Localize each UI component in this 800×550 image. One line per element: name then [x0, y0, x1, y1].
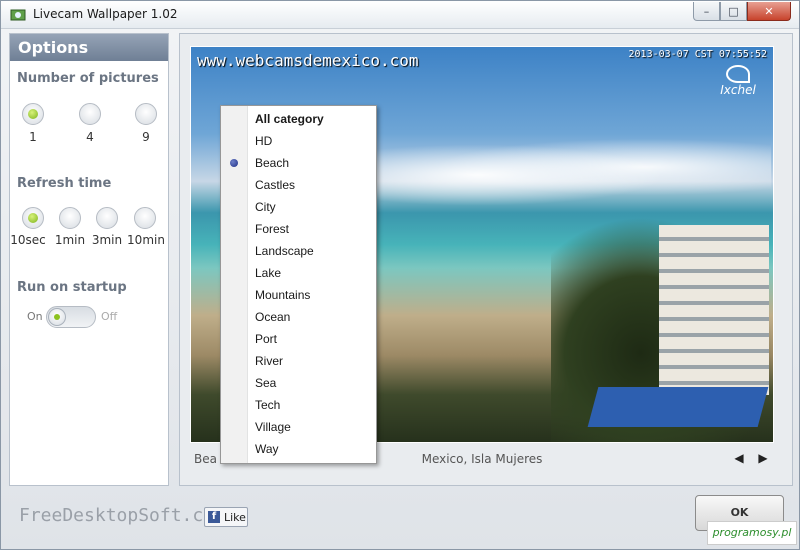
menu-item-beach[interactable]: Beach: [221, 152, 376, 174]
title-bar[interactable]: Livecam Wallpaper 1.02 – □ ✕: [1, 1, 799, 29]
startup-section-title: Run on startup: [17, 280, 127, 295]
startup-toggle[interactable]: [46, 306, 96, 328]
startup-on-label: On: [27, 310, 43, 323]
pictures-radio-9[interactable]: [135, 103, 157, 125]
startup-off-label: Off: [101, 310, 118, 323]
options-sidebar: Options Number of pictures 1 4 9 Refresh…: [9, 33, 169, 486]
pictures-label-9: 9: [142, 130, 150, 144]
menu-item-lake[interactable]: Lake: [221, 262, 376, 284]
prev-arrow-icon[interactable]: ◀: [732, 451, 746, 467]
facebook-like-button[interactable]: f Like: [204, 507, 248, 527]
menu-item-ocean[interactable]: Ocean: [221, 306, 376, 328]
menu-item-river[interactable]: River: [221, 350, 376, 372]
menu-item-way[interactable]: Way: [221, 438, 376, 460]
brand-link[interactable]: FreeDesktopSoft.com: [19, 505, 225, 526]
clouds: [351, 127, 771, 207]
selected-dot-icon: [230, 159, 238, 167]
watermark: programosy.pl: [707, 521, 797, 545]
menu-item-sea[interactable]: Sea: [221, 372, 376, 394]
menu-item-tech[interactable]: Tech: [221, 394, 376, 416]
pictures-section-title: Number of pictures: [17, 71, 159, 86]
menu-item-city[interactable]: City: [221, 196, 376, 218]
refresh-label-10min: 10min: [127, 233, 165, 247]
window-title: Livecam Wallpaper 1.02: [33, 7, 178, 21]
menu-item-hd[interactable]: HD: [221, 130, 376, 152]
refresh-radio-1min[interactable]: [59, 207, 81, 229]
refresh-radio-10min[interactable]: [134, 207, 156, 229]
close-button[interactable]: ✕: [747, 2, 791, 21]
refresh-label-10sec: 10sec: [10, 233, 46, 247]
facebook-icon: f: [208, 511, 220, 523]
pool: [587, 387, 769, 427]
refresh-section-title: Refresh time: [17, 176, 112, 191]
app-icon: [10, 9, 26, 21]
pictures-radio-4[interactable]: [79, 103, 101, 125]
options-title: Options: [10, 34, 168, 61]
menu-item-beach-label: Beach: [255, 156, 290, 170]
logo-text: Ixchel: [720, 83, 756, 97]
webcam-site-url: www.webcamsdemexico.com: [197, 51, 419, 70]
pictures-radio-1[interactable]: [22, 103, 44, 125]
category-menu: All category HD Beach Castles City Fores…: [220, 105, 377, 464]
menu-item-landscape[interactable]: Landscape: [221, 240, 376, 262]
menu-item-village[interactable]: Village: [221, 416, 376, 438]
refresh-label-3min: 3min: [91, 233, 123, 247]
menu-item-mountains[interactable]: Mountains: [221, 284, 376, 306]
refresh-radio-10sec[interactable]: [22, 207, 44, 229]
menu-item-all-category[interactable]: All category: [221, 108, 376, 130]
hotel-building: [659, 225, 769, 395]
logo-mark-icon: [726, 65, 750, 83]
next-arrow-icon[interactable]: ▶: [756, 451, 770, 467]
pictures-label-1: 1: [29, 130, 37, 144]
webcam-timestamp: 2013-03-07 CST 07:55:52: [628, 49, 767, 60]
toggle-knob-icon: [48, 308, 66, 326]
like-label: Like: [224, 511, 246, 524]
minimize-button[interactable]: –: [693, 2, 720, 21]
ixchel-logo: Ixchel: [713, 65, 763, 101]
pictures-label-4: 4: [86, 130, 94, 144]
menu-item-forest[interactable]: Forest: [221, 218, 376, 240]
menu-item-castles[interactable]: Castles: [221, 174, 376, 196]
menu-item-port[interactable]: Port: [221, 328, 376, 350]
app-window: Livecam Wallpaper 1.02 – □ ✕ Options Num…: [0, 0, 800, 550]
refresh-radio-3min[interactable]: [96, 207, 118, 229]
maximize-button[interactable]: □: [720, 2, 747, 21]
